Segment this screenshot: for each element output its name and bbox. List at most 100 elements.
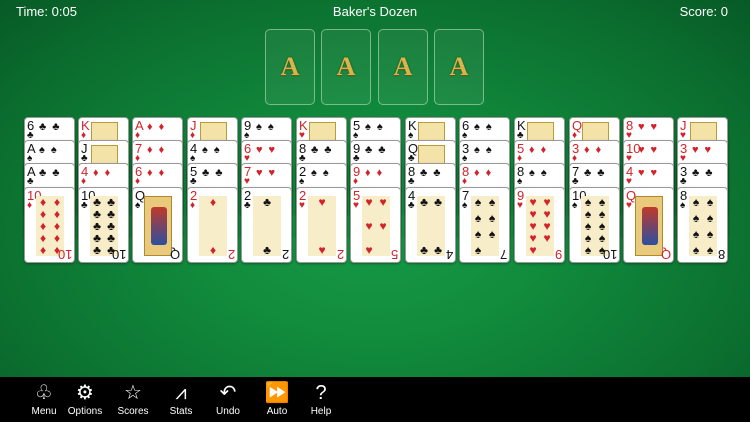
face-card-art	[144, 196, 172, 256]
card-pips: ♥♥	[638, 121, 664, 133]
menu-icon: ♧	[35, 382, 53, 404]
card-rank-bottom: 10	[57, 247, 72, 262]
card-pips: ♦♦	[474, 167, 498, 179]
card-pips: ♥♥	[256, 167, 282, 179]
card-pips: ♠ ♠ ♠ ♠ ♠ ♠ ♠ ♠	[692, 195, 714, 257]
card-suit-icon: ♥	[244, 176, 250, 187]
playing-card[interactable]: Q ♥ Q	[623, 187, 674, 263]
card-pips: ♠ ♠ ♠ ♠ ♠ ♠ ♠	[474, 195, 496, 257]
card-pips: ♥ ♥ ♥ ♥ ♥	[365, 195, 387, 257]
playing-card[interactable]: 10 ♠ ♠ ♠ ♠ ♠ ♠ ♠ ♠ ♠ ♠ ♠ 10	[569, 187, 620, 263]
card-suit-icon: ♠	[299, 176, 305, 187]
card-pips: ♣♣	[365, 144, 392, 156]
foundation-label: A	[393, 52, 413, 81]
card-suit-icon: ♠	[680, 200, 686, 211]
card-suit-icon: ♣	[408, 200, 415, 211]
toolbar-label: Scores	[117, 406, 149, 417]
playing-card[interactable]: 2 ♥ ♥ ♥ 2	[296, 187, 347, 263]
undo-icon: ↶	[219, 382, 237, 404]
playing-card[interactable]: 4 ♣ ♣ ♣ ♣ ♣ 4	[405, 187, 456, 263]
card-pips: ♦♦	[147, 144, 171, 156]
card-suit-icon: ♦	[462, 176, 468, 187]
card-suit-icon: ♦	[27, 200, 33, 211]
card-pips: ♣♣	[39, 167, 66, 179]
card-suit-icon: ♥	[626, 200, 632, 211]
toolbar-label: Stats	[169, 406, 193, 417]
card-rank-bottom: 5	[390, 247, 398, 262]
playing-card[interactable]: Q ♠ Q	[132, 187, 183, 263]
undo-button[interactable]: ↶ Undo	[206, 380, 250, 418]
card-suit-icon: ♠	[572, 200, 578, 211]
card-rank-bottom: 10	[111, 247, 126, 262]
playing-card[interactable]: 2 ♣ ♣ ♣ 2	[241, 187, 292, 263]
card-suit-icon: ♣	[27, 176, 34, 187]
foundation-4[interactable]: A	[434, 29, 484, 105]
card-rank-bottom: 9	[554, 247, 562, 262]
tableau-column: J ♥ 3 ♥ ♥♥ 3 ♣ ♣♣ 8 ♠ ♠ ♠ ♠ ♠ ♠ ♠ ♠ ♠ 8	[677, 117, 728, 263]
card-pips: ♠♠	[365, 121, 389, 133]
playing-card[interactable]: 7 ♠ ♠ ♠ ♠ ♠ ♠ ♠ ♠ 7	[459, 187, 510, 263]
tableau-column: 6 ♣ ♣♣ A ♠ ♠♠ A ♣ ♣♣ 10 ♦ ♦ ♦ ♦ ♦ ♦ ♦ ♦ ♦ ♦ ♦ 10	[24, 117, 75, 263]
foundation-2[interactable]: A	[321, 29, 371, 105]
tableau-column: K ♦ J ♣ 4 ♦ ♦♦ 10 ♣ ♣ ♣ ♣ ♣ ♣ ♣ ♣ ♣ ♣ ♣ 10	[78, 117, 129, 263]
star-icon: ☆	[124, 382, 142, 404]
tableau-column: 8 ♥ ♥♥ 10 ♥ ♥♥ 4 ♥ ♥♥ Q ♥ Q	[623, 117, 674, 263]
card-pips: ♠♠	[202, 144, 226, 156]
foundation-1[interactable]: A	[265, 29, 315, 105]
options-button[interactable]: ⚙ Options	[63, 380, 107, 418]
card-pips: ♥♥	[692, 144, 718, 156]
card-pips: ♣♣	[420, 167, 447, 179]
score: Score: 0	[679, 4, 728, 19]
playing-card[interactable]: 8 ♠ ♠ ♠ ♠ ♠ ♠ ♠ ♠ ♠ 8	[677, 187, 728, 263]
toolbar-label: Undo	[216, 406, 240, 417]
face-card-art	[200, 122, 227, 142]
card-rank-bottom: 8	[717, 247, 725, 262]
card-suit-icon: ♣	[244, 200, 251, 211]
foundation-3[interactable]: A	[378, 29, 428, 105]
card-pips: ♦♦	[147, 167, 171, 179]
card-suit-icon: ♠	[135, 200, 141, 211]
toolbar-label: Help	[310, 406, 332, 417]
card-pips: ♦♦	[365, 167, 389, 179]
card-pips: ♦♦	[209, 195, 217, 257]
menu-button[interactable]: ♧ Menu	[22, 380, 66, 418]
playing-card[interactable]: 10 ♣ ♣ ♣ ♣ ♣ ♣ ♣ ♣ ♣ ♣ ♣ 10	[78, 187, 129, 263]
card-rank-bottom: 4	[445, 247, 453, 262]
help-button[interactable]: ? Help	[299, 380, 343, 418]
face-card-art	[91, 145, 118, 165]
card-suit-icon: ♥	[517, 200, 523, 211]
card-pips: ♥♥	[638, 144, 664, 156]
card-pips: ♣♣	[202, 167, 229, 179]
foundation-label: A	[449, 52, 469, 81]
card-rank-bottom: Q	[660, 247, 671, 262]
top-bar: Time: 0:05 Baker's Dozen Score: 0	[0, 0, 750, 22]
card-pips: ♦♦	[529, 144, 553, 156]
tableau-column: A ♦ ♦♦ 7 ♦ ♦♦ 6 ♦ ♦♦ Q ♠ Q	[132, 117, 183, 263]
tableau-column: J ♦ 4 ♠ ♠♠ 5 ♣ ♣♣ 2 ♦ ♦ ♦ 2	[187, 117, 238, 263]
tableau-column: 6 ♠ ♠♠ 3 ♠ ♠♠ 8 ♦ ♦♦ 7 ♠ ♠ ♠ ♠ ♠ ♠ ♠ ♠ 7	[459, 117, 510, 263]
card-rank-bottom: 2	[281, 247, 289, 262]
playing-card[interactable]: 2 ♦ ♦ ♦ 2	[187, 187, 238, 263]
tableau-column: 5 ♠ ♠♠ 9 ♣ ♣♣ 9 ♦ ♦♦ 5 ♥ ♥ ♥ ♥ ♥ ♥ 5	[350, 117, 401, 263]
card-suit-icon: ♥	[626, 176, 632, 187]
card-rank-bottom: 2	[336, 247, 344, 262]
face-card-art	[527, 122, 554, 142]
card-pips: ♣♣	[311, 144, 338, 156]
auto-button[interactable]: ⏩ Auto	[255, 380, 299, 418]
face-card-art	[635, 196, 663, 256]
stats-button[interactable]: ⩘ Stats	[159, 380, 203, 418]
card-suit-icon: ♦	[353, 176, 359, 187]
card-pips: ♣♣	[263, 195, 271, 257]
card-pips: ♠♠	[311, 167, 335, 179]
card-pips: ♠♠	[529, 167, 553, 179]
card-pips: ♣♣	[39, 121, 66, 133]
chart-icon: ⩘	[175, 382, 187, 404]
foundation-label: A	[280, 52, 300, 81]
card-pips: ♣♣	[692, 167, 719, 179]
card-rank-bottom: Q	[169, 247, 180, 262]
playing-card[interactable]: 10 ♦ ♦ ♦ ♦ ♦ ♦ ♦ ♦ ♦ ♦ ♦ 10	[24, 187, 75, 263]
playing-card[interactable]: 9 ♥ ♥ ♥ ♥ ♥ ♥ ♥ ♥ ♥ ♥ 9	[514, 187, 565, 263]
tableau-column: K ♠ Q ♣ 8 ♣ ♣♣ 4 ♣ ♣ ♣ ♣ ♣ 4	[405, 117, 456, 263]
scores-button[interactable]: ☆ Scores	[111, 380, 155, 418]
playing-card[interactable]: 5 ♥ ♥ ♥ ♥ ♥ ♥ 5	[350, 187, 401, 263]
